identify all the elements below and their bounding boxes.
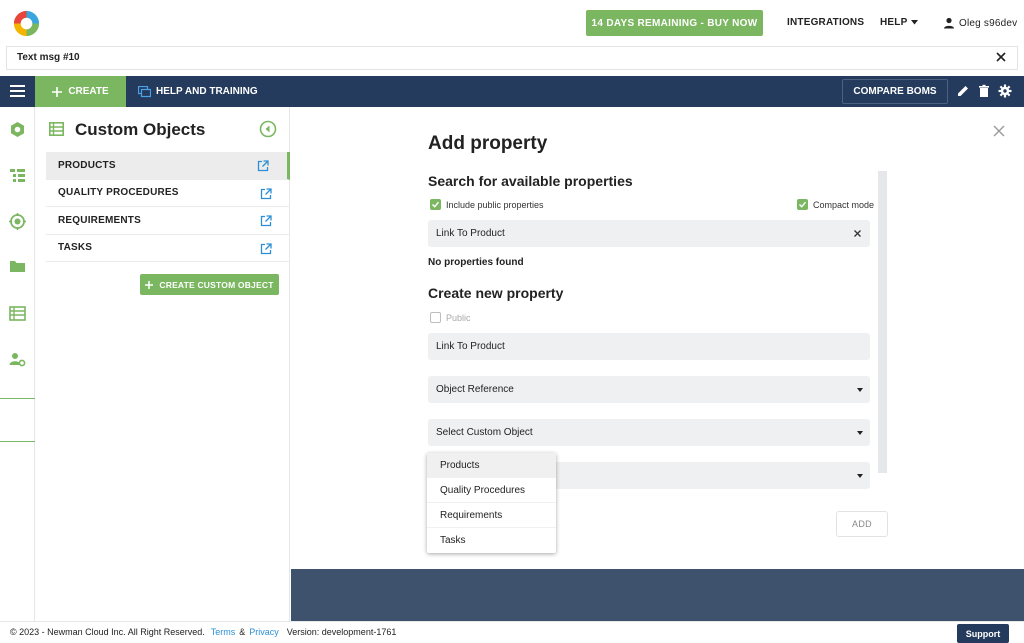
compact-mode-label: Compact mode [813, 199, 875, 210]
custom-object-item-quality-procedures[interactable]: QUALITY PROCEDURES [46, 180, 290, 207]
nav-bar: CREATE HELP AND TRAINING COMPARE BOMS [0, 76, 1024, 107]
terms-link[interactable]: Terms [211, 627, 236, 637]
no-results-message: No properties found [428, 257, 524, 268]
panel-title: Custom Objects [75, 120, 206, 139]
compare-boms-button[interactable]: COMPARE BOMS [842, 79, 948, 104]
table-icon [49, 122, 64, 136]
rail-active-indicator [0, 398, 35, 442]
create-label: CREATE [68, 86, 109, 97]
custom-object-label: PRODUCTS [58, 159, 116, 171]
caret-down-icon [857, 474, 863, 478]
target-icon[interactable] [9, 213, 26, 230]
version-text: Version: development-1761 [286, 627, 397, 637]
dialog-backdrop [291, 569, 1024, 621]
external-link-icon[interactable] [260, 187, 272, 200]
trash-icon[interactable] [977, 84, 991, 98]
property-type-value: Object Reference [436, 384, 514, 395]
create-custom-object-button[interactable]: CREATE CUSTOM OBJECT [140, 274, 279, 295]
footer-text: © 2023 - Newman Cloud Inc. All Right Res… [10, 627, 396, 637]
custom-object-item-products[interactable]: PRODUCTS [46, 152, 290, 180]
caret-down-icon [911, 20, 919, 25]
checkbox-unchecked-icon [430, 312, 441, 323]
property-search-value: Link To Product [436, 228, 505, 239]
custom-object-label: QUALITY PROCEDURES [58, 187, 179, 199]
user-settings-icon[interactable] [9, 351, 26, 368]
custom-object-label: REQUIREMENTS [58, 214, 141, 226]
chat-help-icon [138, 85, 151, 97]
plus-icon [52, 86, 63, 97]
support-button[interactable]: Support [957, 624, 1009, 643]
add-button[interactable]: ADD [836, 511, 888, 537]
property-name-input[interactable]: Link To Product [428, 333, 870, 360]
help-menu[interactable]: HELP [880, 17, 919, 28]
dropdown-option-quality-procedures[interactable]: Quality Procedures [427, 478, 556, 503]
top-bar: 14 DAYS REMAINING - BUY NOW INTEGRATIONS… [0, 0, 1024, 46]
dropdown-option-tasks[interactable]: Tasks [427, 528, 556, 553]
create-button[interactable]: CREATE [35, 76, 126, 107]
privacy-link[interactable]: Privacy [249, 627, 279, 637]
tab-title: Text msg #10 [17, 52, 80, 63]
create-section-heading: Create new property [428, 285, 564, 301]
icon-rail [0, 107, 35, 621]
external-link-icon[interactable] [257, 160, 269, 172]
dropdown-option-products[interactable]: Products [427, 453, 556, 478]
table-list-icon[interactable] [9, 305, 26, 322]
compact-mode-checkbox[interactable]: Compact mode [797, 199, 874, 210]
close-icon[interactable] [995, 51, 1007, 63]
list-tree-icon[interactable] [9, 167, 26, 184]
user-name: Oleg s96dev [959, 17, 1018, 29]
user-icon [944, 17, 954, 29]
help-label: HELP [880, 17, 908, 28]
checkbox-checked-icon [797, 199, 808, 210]
include-public-checkbox[interactable]: Include public properties [430, 199, 544, 210]
document-tab[interactable]: Text msg #10 [6, 46, 1018, 70]
public-label: Public [446, 312, 471, 323]
property-search-input[interactable]: Link To Product [428, 220, 870, 247]
custom-object-label: TASKS [58, 242, 93, 254]
custom-object-select-value: Select Custom Object [436, 427, 533, 438]
external-link-icon[interactable] [260, 215, 272, 227]
help-and-training-button[interactable]: HELP AND TRAINING [138, 76, 258, 107]
gear-icon[interactable] [998, 84, 1012, 98]
search-section-heading: Search for available properties [428, 173, 633, 189]
main-area: Add property Search for available proper… [291, 107, 1024, 621]
include-public-label: Include public properties [446, 199, 544, 210]
checkbox-checked-icon [430, 199, 441, 210]
buy-now-button[interactable]: 14 DAYS REMAINING - BUY NOW [586, 10, 763, 36]
custom-objects-panel: Custom Objects PRODUCTS QUALITY PROCEDUR… [35, 107, 290, 621]
custom-object-item-tasks[interactable]: TASKS [46, 235, 290, 262]
clear-icon[interactable] [853, 229, 862, 238]
integrations-link[interactable]: INTEGRATIONS [787, 17, 864, 28]
collapse-panel-icon[interactable] [259, 120, 277, 138]
custom-object-list: PRODUCTS QUALITY PROCEDURES REQUIREMENTS… [46, 152, 290, 262]
public-checkbox[interactable]: Public [430, 312, 471, 323]
integrations-label: INTEGRATIONS [787, 17, 865, 28]
external-link-icon[interactable] [260, 242, 272, 255]
footer: © 2023 - Newman Cloud Inc. All Right Res… [0, 621, 1024, 643]
create-custom-object-label: CREATE CUSTOM OBJECT [159, 279, 274, 290]
caret-down-icon [857, 431, 863, 435]
dialog-scrollbar[interactable] [878, 171, 887, 473]
custom-object-select[interactable]: Select Custom Object [428, 419, 870, 446]
add-property-dialog: Add property Search for available proper… [291, 107, 1024, 569]
dropdown-option-requirements[interactable]: Requirements [427, 503, 556, 528]
plus-icon [145, 280, 154, 289]
help-training-label: HELP AND TRAINING [156, 86, 258, 97]
close-icon[interactable] [992, 124, 1006, 138]
folder-icon[interactable] [9, 258, 26, 275]
edit-icon[interactable] [956, 84, 970, 98]
hexagon-icon[interactable] [9, 121, 26, 138]
hamburger-icon[interactable] [10, 84, 25, 98]
property-name-value: Link To Product [436, 341, 505, 352]
ampersand-text: & [239, 627, 246, 637]
copyright-text: © 2023 - Newman Cloud Inc. All Right Res… [10, 627, 205, 637]
custom-object-item-requirements[interactable]: REQUIREMENTS [46, 207, 290, 235]
dialog-title: Add property [428, 133, 548, 154]
caret-down-icon [857, 388, 863, 392]
custom-object-dropdown-menu: Products Quality Procedures Requirements… [427, 453, 556, 553]
property-type-select[interactable]: Object Reference [428, 376, 870, 403]
user-menu[interactable]: Oleg s96dev [943, 17, 1017, 29]
app-logo[interactable] [11, 8, 42, 39]
